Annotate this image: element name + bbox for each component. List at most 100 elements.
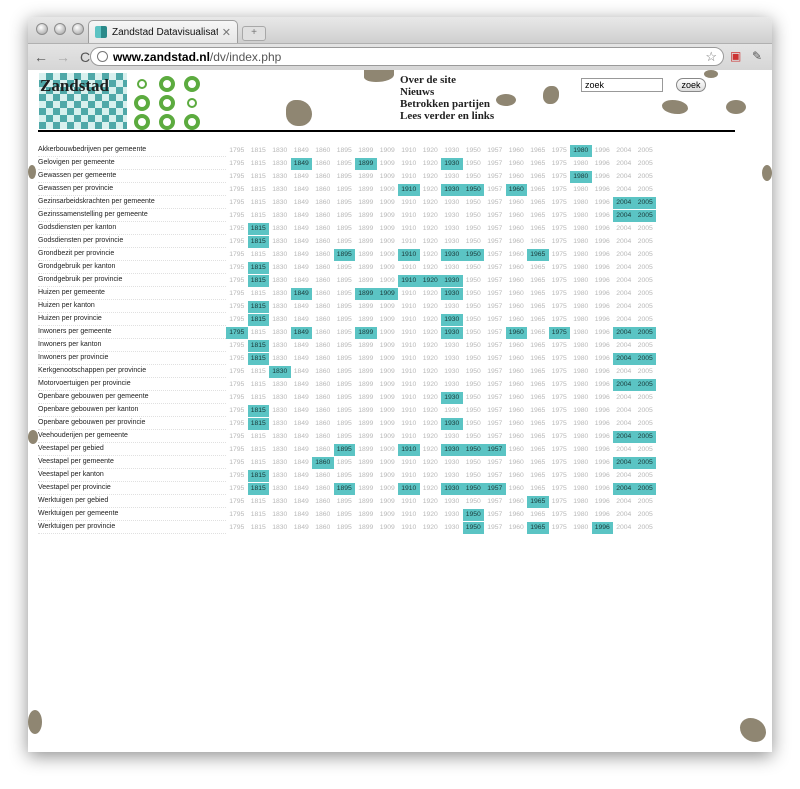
year-link[interactable]: 1910 — [398, 248, 420, 261]
close-window-button[interactable] — [36, 23, 48, 35]
year-link[interactable]: 1980 — [570, 170, 592, 183]
year-link[interactable]: 1895 — [333, 482, 355, 495]
search-button[interactable]: zoek — [676, 78, 706, 92]
back-arrow-icon[interactable]: ← — [32, 49, 50, 65]
year-link[interactable]: 2005 — [634, 430, 656, 443]
search-input[interactable] — [581, 78, 663, 92]
year-link[interactable]: 2004 — [613, 456, 635, 469]
extension-icon[interactable]: ▣ — [730, 49, 741, 63]
year-link[interactable]: 1815 — [247, 417, 269, 430]
year-link[interactable]: 1950 — [462, 508, 484, 521]
year-link[interactable]: 1815 — [247, 261, 269, 274]
minimize-window-button[interactable] — [54, 23, 66, 35]
bookmark-star-icon[interactable]: ☆ — [705, 49, 717, 65]
year-link[interactable]: 1815 — [247, 482, 269, 495]
year-link[interactable]: 1895 — [333, 443, 355, 456]
site-logo[interactable]: Zandstad — [40, 76, 109, 96]
year-link[interactable]: 1895 — [333, 248, 355, 261]
year-link[interactable]: 1930 — [441, 326, 463, 339]
year-link[interactable]: 1815 — [247, 274, 269, 287]
year-link[interactable]: 1815 — [247, 469, 269, 482]
dataset-row: Akkerbouwbedrijven per gemeente 1795 1815 1… — [38, 144, 656, 157]
year-link[interactable]: 1899 — [355, 157, 377, 170]
year-link[interactable]: 2004 — [613, 196, 635, 209]
year-link[interactable]: 1815 — [247, 313, 269, 326]
year-cell: 1996 — [594, 250, 610, 258]
year-link[interactable]: 1910 — [398, 183, 420, 196]
year-link[interactable]: 1930 — [441, 417, 463, 430]
year-link[interactable]: 1815 — [247, 300, 269, 313]
year-link[interactable]: 2005 — [634, 196, 656, 209]
year-link[interactable]: 1957 — [484, 482, 506, 495]
year-link[interactable]: 1996 — [591, 521, 613, 534]
year-link[interactable]: 2004 — [613, 326, 635, 339]
year-link[interactable]: 1930 — [441, 482, 463, 495]
year-link[interactable]: 1930 — [441, 313, 463, 326]
year-link[interactable]: 1910 — [398, 482, 420, 495]
year-link[interactable]: 1830 — [269, 365, 291, 378]
year-cell: 1830 — [272, 406, 288, 414]
address-bar[interactable]: www.zandstad.nl /dv/index.php ☆ — [90, 47, 724, 66]
year-cell: 1815 — [250, 250, 266, 258]
forward-arrow-icon[interactable]: → — [54, 49, 72, 65]
new-tab-button[interactable]: + — [242, 26, 266, 41]
year-link[interactable]: 1899 — [355, 326, 377, 339]
year-cell: 1899 — [358, 471, 374, 479]
year-link[interactable]: 1960 — [505, 183, 527, 196]
tab-close-icon[interactable]: ✕ — [222, 26, 231, 39]
year-link[interactable]: 1950 — [462, 521, 484, 534]
year-link[interactable]: 1960 — [505, 326, 527, 339]
year-link[interactable]: 1920 — [419, 274, 441, 287]
year-link[interactable]: 1849 — [290, 326, 312, 339]
year-link[interactable]: 2005 — [634, 378, 656, 391]
year-link[interactable]: 1930 — [441, 183, 463, 196]
year-link[interactable]: 1849 — [290, 287, 312, 300]
year-link[interactable]: 1849 — [290, 157, 312, 170]
year-link[interactable]: 2005 — [634, 326, 656, 339]
year-link[interactable]: 2004 — [613, 378, 635, 391]
nav-link-partijen[interactable]: Betrokken partijen — [400, 98, 494, 110]
nav-link-over[interactable]: Over de site — [400, 74, 494, 86]
year-link[interactable]: 2004 — [613, 482, 635, 495]
year-link[interactable]: 1930 — [441, 443, 463, 456]
nav-link-links[interactable]: Lees verder en links — [400, 110, 494, 122]
year-link[interactable]: 1815 — [247, 352, 269, 365]
year-link[interactable]: 1930 — [441, 248, 463, 261]
year-link[interactable]: 2005 — [634, 482, 656, 495]
year-link[interactable]: 1930 — [441, 274, 463, 287]
year-link[interactable]: 2004 — [613, 352, 635, 365]
zoom-window-button[interactable] — [72, 23, 84, 35]
year-link[interactable]: 1909 — [376, 287, 398, 300]
year-link[interactable]: 1815 — [247, 222, 269, 235]
year-link[interactable]: 1930 — [441, 287, 463, 300]
year-link[interactable]: 1950 — [462, 248, 484, 261]
year-link[interactable]: 1975 — [548, 326, 570, 339]
year-link[interactable]: 1930 — [441, 157, 463, 170]
browser-tab[interactable]: Zandstad Datavisualisaties ✕ — [88, 20, 238, 43]
year-link[interactable]: 1980 — [570, 144, 592, 157]
year-link[interactable]: 1965 — [527, 248, 549, 261]
year-link[interactable]: 1965 — [527, 521, 549, 534]
year-link[interactable]: 1950 — [462, 443, 484, 456]
year-link[interactable]: 2005 — [634, 209, 656, 222]
year-cell: 1975 — [551, 198, 567, 206]
year-link[interactable]: 1815 — [247, 404, 269, 417]
year-link[interactable]: 1965 — [527, 495, 549, 508]
year-link[interactable]: 1795 — [226, 326, 248, 339]
year-link[interactable]: 1957 — [484, 443, 506, 456]
year-link[interactable]: 1950 — [462, 183, 484, 196]
year-link[interactable]: 1899 — [355, 287, 377, 300]
year-link[interactable]: 1950 — [462, 482, 484, 495]
year-link[interactable]: 2004 — [613, 209, 635, 222]
year-link[interactable]: 1930 — [441, 391, 463, 404]
year-link[interactable]: 1910 — [398, 274, 420, 287]
year-link[interactable]: 1815 — [247, 339, 269, 352]
year-link[interactable]: 1815 — [247, 235, 269, 248]
year-link[interactable]: 2004 — [613, 430, 635, 443]
year-link[interactable]: 2005 — [634, 456, 656, 469]
year-link[interactable]: 1860 — [312, 456, 334, 469]
year-link[interactable]: 2005 — [634, 352, 656, 365]
wrench-icon[interactable]: ✎ — [752, 49, 762, 63]
year-link[interactable]: 1910 — [398, 443, 420, 456]
nav-link-nieuws[interactable]: Nieuws — [400, 86, 494, 98]
